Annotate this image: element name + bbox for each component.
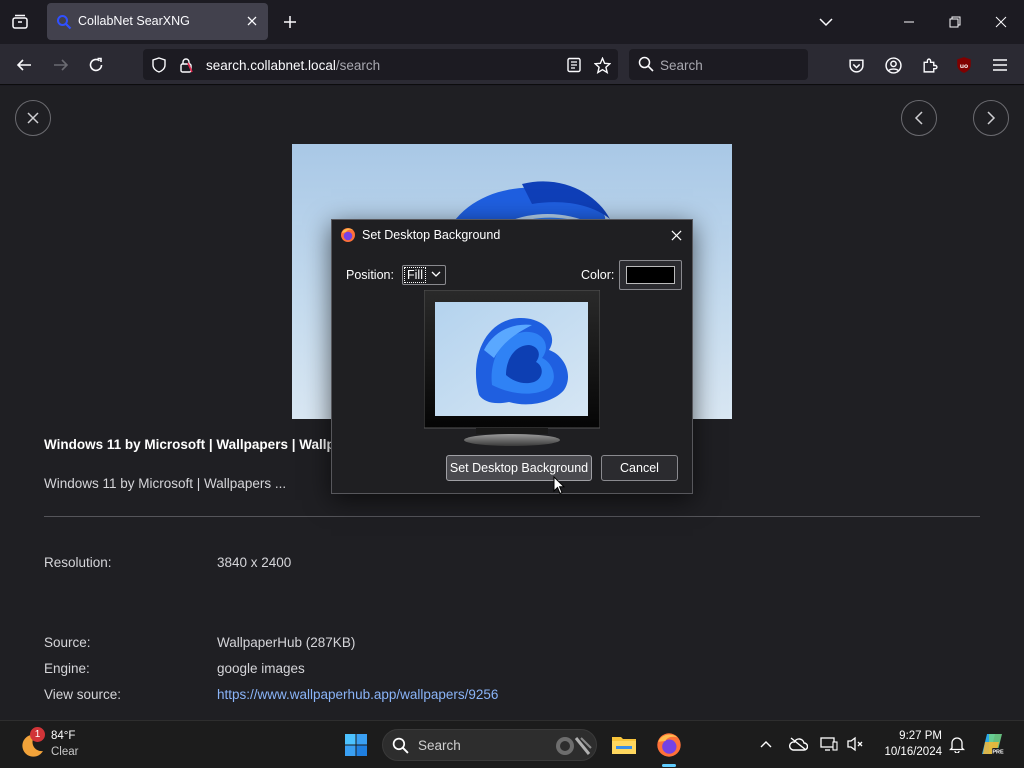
- close-detail-button[interactable]: [15, 100, 51, 136]
- network-icon[interactable]: [818, 733, 840, 755]
- star-icon[interactable]: [593, 56, 611, 74]
- clock-time: 9:27 PM: [899, 730, 942, 742]
- back-icon[interactable]: [12, 53, 36, 77]
- search-placeholder: Search: [660, 58, 703, 73]
- view-source-label: View source:: [44, 687, 122, 702]
- menu-icon[interactable]: [988, 53, 1012, 77]
- weather-badge: 1: [30, 727, 45, 742]
- source-label: Source:: [44, 635, 91, 650]
- mouse-cursor-icon: [553, 476, 565, 495]
- resolution-value: 3840 x 2400: [217, 555, 292, 570]
- divider: [44, 516, 980, 517]
- search-bar[interactable]: Search: [629, 49, 808, 80]
- search-icon: [392, 737, 409, 754]
- shield-icon[interactable]: [150, 56, 168, 74]
- monitor-preview: [424, 290, 600, 446]
- engine-value: google images: [217, 661, 305, 676]
- close-icon[interactable]: [244, 13, 260, 29]
- weather-condition: Clear: [51, 746, 79, 758]
- plus-icon[interactable]: [280, 12, 300, 32]
- url-bar[interactable]: search.collabnet.local/search: [143, 49, 618, 80]
- view-source-link[interactable]: https://www.wallpaperhub.app/wallpapers/…: [217, 687, 498, 702]
- navigation-toolbar: search.collabnet.local/search Search uo: [0, 44, 1024, 85]
- url-path: /search: [335, 58, 381, 73]
- dialog-title: Set Desktop Background: [362, 228, 501, 242]
- position-select[interactable]: Fill: [402, 265, 446, 285]
- url-host: search.collabnet.local: [206, 58, 336, 73]
- close-icon[interactable]: [989, 10, 1013, 34]
- onedrive-icon[interactable]: [787, 733, 809, 755]
- svg-text:PRE: PRE: [992, 750, 1004, 756]
- chevron-down-icon[interactable]: [816, 12, 836, 32]
- ublock-icon[interactable]: uo: [952, 53, 976, 77]
- taskbar-search-placeholder: Search: [418, 738, 461, 753]
- searxng-favicon: [57, 15, 72, 30]
- result-description: Windows 11 by Microsoft | Wallpapers ...: [44, 476, 287, 491]
- file-explorer-icon[interactable]: [608, 729, 640, 761]
- reload-icon[interactable]: [84, 53, 108, 77]
- close-icon[interactable]: [666, 225, 686, 245]
- set-desktop-background-dialog: Set Desktop Background Position: Fill Co…: [331, 219, 693, 494]
- chevron-right-icon: [987, 111, 996, 125]
- search-highlight-icon: [556, 737, 592, 755]
- tab-title: CollabNet SearXNG: [78, 14, 190, 28]
- restore-icon[interactable]: [943, 10, 967, 34]
- forward-icon[interactable]: [49, 53, 73, 77]
- previous-image-button[interactable]: [901, 100, 937, 136]
- taskbar-search-box[interactable]: Search: [382, 729, 597, 761]
- weather-temperature: 84°F: [51, 730, 76, 742]
- active-app-indicator: [662, 764, 676, 767]
- chevron-down-icon: [431, 271, 441, 277]
- minimize-icon[interactable]: [897, 10, 921, 34]
- lock-icon[interactable]: [177, 56, 195, 74]
- bell-icon[interactable]: [946, 733, 968, 755]
- reader-view-icon[interactable]: [565, 56, 583, 74]
- close-icon: [27, 112, 39, 124]
- search-icon: [638, 56, 654, 72]
- tab-active[interactable]: CollabNet SearXNG: [47, 3, 268, 40]
- tab-strip: CollabNet SearXNG: [0, 0, 1024, 44]
- chevron-up-icon[interactable]: [755, 733, 777, 755]
- cancel-button[interactable]: Cancel: [601, 455, 678, 481]
- taskbar: 1 84°F Clear Search 9:27 PM 10/16/2024 P…: [0, 720, 1024, 768]
- url-text[interactable]: search.collabnet.local/search: [206, 58, 380, 73]
- extensions-icon[interactable]: [917, 53, 941, 77]
- set-desktop-background-button[interactable]: Set Desktop Background: [446, 455, 592, 481]
- svg-text:uo: uo: [960, 63, 968, 70]
- pocket-icon[interactable]: [844, 53, 868, 77]
- volume-muted-icon[interactable]: [845, 733, 867, 755]
- source-value: WallpaperHub (287KB): [217, 635, 356, 650]
- engine-label: Engine:: [44, 661, 90, 676]
- position-value: Fill: [404, 267, 426, 283]
- position-label: Position:: [346, 268, 394, 282]
- resolution-label: Resolution:: [44, 555, 112, 570]
- next-image-button[interactable]: [973, 100, 1009, 136]
- firefox-icon: [341, 228, 355, 242]
- color-label: Color:: [581, 268, 615, 282]
- color-swatch: [626, 266, 675, 284]
- copilot-icon[interactable]: PRE: [979, 731, 1005, 757]
- dialog-titlebar[interactable]: Set Desktop Background: [332, 220, 692, 250]
- color-picker-button[interactable]: [619, 260, 682, 290]
- firefox-icon[interactable]: [653, 729, 685, 761]
- account-icon[interactable]: [881, 53, 905, 77]
- clock-date: 10/16/2024: [884, 746, 942, 758]
- tab-list-icon[interactable]: [8, 11, 32, 33]
- chevron-left-icon: [914, 111, 923, 125]
- windows-start-icon[interactable]: [344, 733, 368, 757]
- result-title[interactable]: Windows 11 by Microsoft | Wallpapers | W…: [44, 437, 335, 452]
